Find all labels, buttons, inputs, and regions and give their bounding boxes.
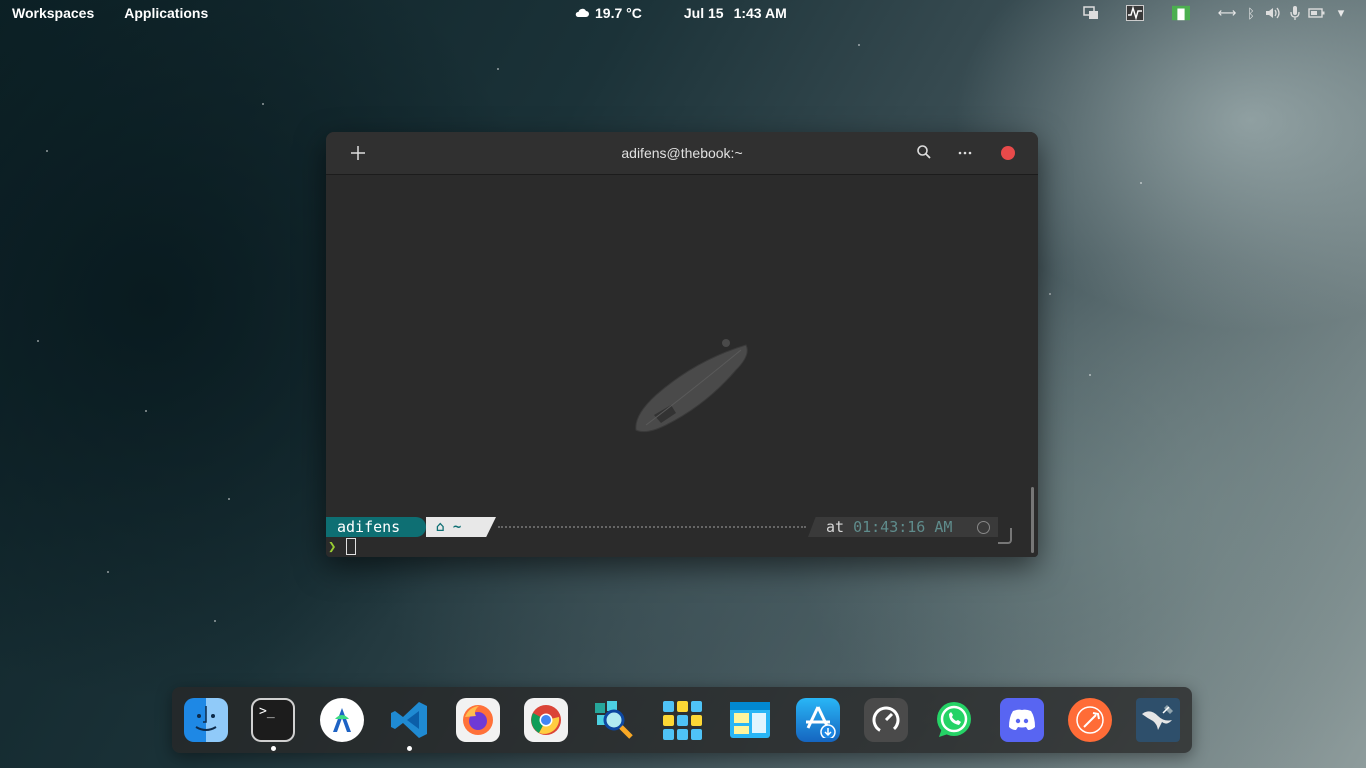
- bluetooth-icon[interactable]: ᛒ: [1242, 4, 1260, 22]
- terminal-running-indicator: [271, 746, 276, 751]
- dock: >_: [172, 687, 1192, 753]
- weather-indicator[interactable]: 19.7 °C: [575, 5, 642, 21]
- terminal-window[interactable]: adifens@thebook:~ adifens ⌂ ~ at 01:43:1…: [326, 132, 1038, 557]
- arrows-icon[interactable]: ⟷: [1218, 4, 1237, 22]
- postman-icon: [1076, 706, 1104, 734]
- terminal-body[interactable]: adifens ⌂ ~ at 01:43:16 AM ❯: [326, 175, 1038, 557]
- input-line[interactable]: ❯: [326, 537, 1026, 557]
- dock-item-speedometer[interactable]: [864, 698, 908, 742]
- dock-item-window-manager[interactable]: [728, 698, 772, 742]
- prompt-user-segment: adifens: [326, 517, 426, 537]
- temperature-label: 19.7 °C: [595, 5, 642, 21]
- prompt-dir-segment: ⌂ ~: [426, 517, 496, 537]
- prompt-username: adifens: [337, 518, 401, 536]
- dock-item-discord[interactable]: [1000, 698, 1044, 742]
- prompt-dir: ~: [452, 519, 462, 535]
- date-label: Jul 15: [683, 5, 724, 21]
- dock-item-android-studio[interactable]: [320, 698, 364, 742]
- terminal-icon: >_: [259, 704, 275, 719]
- discord-icon: [1009, 709, 1035, 730]
- mysql-workbench-icon: [1142, 705, 1173, 730]
- dock-item-chrome[interactable]: [524, 698, 568, 742]
- chrome-icon: [531, 705, 561, 735]
- android-studio-icon: [333, 708, 351, 732]
- microphone-icon[interactable]: [1286, 4, 1304, 22]
- close-button[interactable]: [1001, 146, 1015, 160]
- whatsapp-icon: [937, 702, 971, 737]
- speedometer-icon: [872, 706, 900, 734]
- volume-icon[interactable]: [1264, 4, 1282, 22]
- dock-item-vscode[interactable]: [388, 698, 432, 742]
- terminal-headerbar[interactable]: adifens@thebook:~: [326, 132, 1038, 175]
- green-app-icon[interactable]: [1172, 4, 1190, 22]
- app-store-icon: [806, 706, 836, 738]
- dock-item-whatsapp[interactable]: [932, 698, 976, 742]
- finder-icon: [195, 706, 217, 731]
- clock-indicator[interactable]: Jul 15 1:43 AM: [684, 5, 787, 21]
- dock-item-search-tool[interactable]: [592, 698, 636, 742]
- dock-item-app-store[interactable]: [796, 698, 840, 742]
- firefox-icon: [463, 705, 493, 735]
- applications-button[interactable]: Applications: [124, 5, 208, 21]
- text-cursor: [346, 538, 356, 555]
- time-label: 1:43 AM: [733, 5, 787, 21]
- battery-icon[interactable]: [1308, 4, 1326, 22]
- app-grid-icon: [663, 701, 702, 740]
- vscode-running-indicator: [407, 746, 412, 751]
- system-monitor-icon[interactable]: [1126, 4, 1144, 22]
- search-icon: [917, 145, 931, 159]
- top-panel: Workspaces Applications 19.7 °C Jul 15 1…: [0, 0, 1366, 27]
- dock-item-mysql-workbench[interactable]: [1136, 698, 1180, 742]
- home-icon: ⌂: [436, 519, 445, 535]
- dock-item-finder[interactable]: [184, 698, 228, 742]
- prompt-at-label: at: [826, 518, 845, 536]
- magnifier-app-icon: [595, 701, 633, 739]
- dock-item-firefox[interactable]: [456, 698, 500, 742]
- prompt-time: 01:43:16 AM: [853, 518, 953, 536]
- chevron-down-icon[interactable]: ▾: [1332, 4, 1350, 22]
- window-manager-icon: [730, 702, 770, 738]
- cloud-icon: [575, 8, 589, 17]
- dock-item-postman[interactable]: [1068, 698, 1112, 742]
- vscode-icon: [391, 702, 427, 738]
- boat-background-image: [635, 339, 748, 433]
- scrollbar[interactable]: [1031, 487, 1034, 553]
- prompt-time-segment: at 01:43:16 AM: [808, 517, 998, 537]
- display-icon[interactable]: [1082, 4, 1100, 22]
- dock-item-terminal[interactable]: >_: [251, 698, 295, 742]
- prompt-filler-dots: [498, 526, 806, 528]
- menu-button[interactable]: [956, 142, 974, 160]
- search-button[interactable]: [916, 144, 934, 162]
- clock-icon: [977, 521, 990, 534]
- dock-item-app-grid[interactable]: [660, 698, 704, 742]
- prompt-chevron: ❯: [328, 539, 337, 555]
- workspaces-button[interactable]: Workspaces: [12, 5, 94, 21]
- system-tray: ⟷ ᛒ ▾: [1082, 4, 1350, 22]
- more-icon: [958, 151, 972, 155]
- prompt-line: adifens ⌂ ~ at 01:43:16 AM: [326, 517, 1026, 544]
